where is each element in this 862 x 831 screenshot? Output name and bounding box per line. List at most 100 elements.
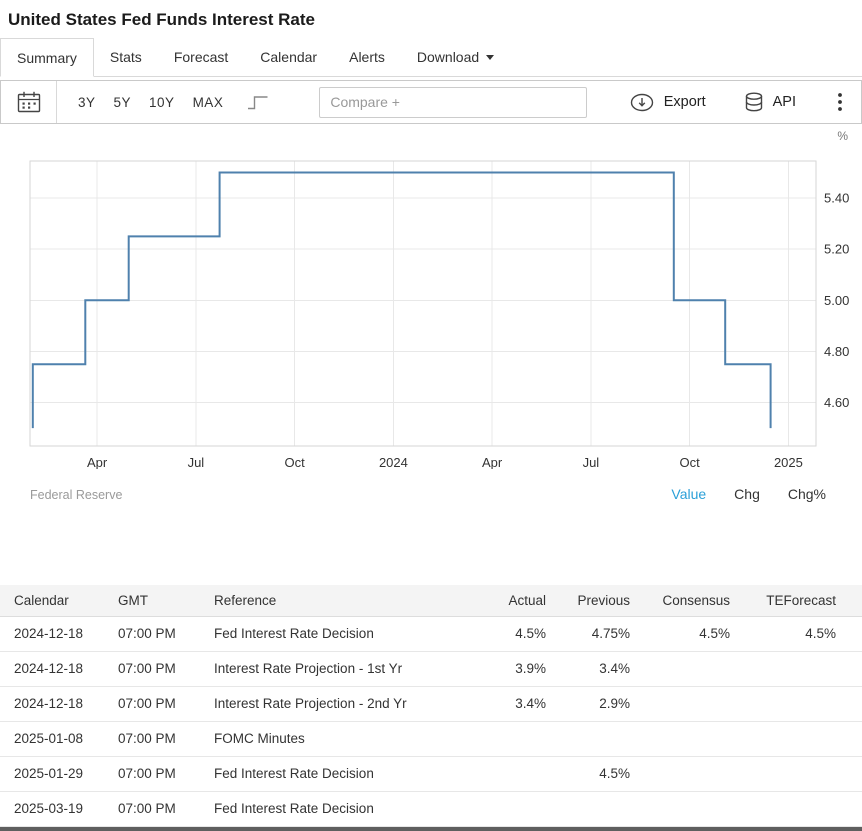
y-tick-label: 5.20 (824, 242, 849, 257)
calendar-icon (17, 91, 40, 113)
fed-funds-rate-chart[interactable]: Apr Jul Oct 2024 Apr Jul Oct 2025 4.60 4.80 5.00 5.… (0, 124, 862, 469)
cell-consensus: 4.5% (642, 616, 742, 652)
column-header-calendar: Calendar (0, 585, 106, 617)
range-button-max[interactable]: MAX (191, 91, 226, 114)
export-label: Export (663, 94, 706, 110)
cell-gmt: 07:00 PM (106, 686, 202, 722)
tab-summary[interactable]: Summary (0, 38, 94, 77)
tab-label: Download (416, 49, 480, 65)
column-header-actual: Actual (486, 585, 558, 617)
cell-calendar: 2025-03-19 (0, 791, 106, 827)
column-header-consensus: Consensus (642, 585, 742, 617)
cell-consensus (642, 651, 742, 687)
cell-actual (486, 756, 558, 792)
cell-previous: 4.75% (558, 616, 642, 652)
cell-consensus (642, 756, 742, 792)
column-header-previous: Previous (558, 585, 642, 617)
cell-previous: 3.4% (558, 651, 642, 687)
tab-label: Summary (17, 49, 77, 66)
chart-toolbar: 3Y 5Y 10Y MAX Export API (0, 80, 862, 124)
column-header-teforecast: TEForecast (742, 585, 862, 617)
cell-calendar: 2024-12-18 (0, 686, 106, 722)
x-tick-label: 2025 (774, 455, 803, 469)
range-button-3y[interactable]: 3Y (76, 91, 98, 114)
chart-type-button[interactable] (243, 91, 273, 114)
calendar-table-row[interactable]: 2024-12-18 07:00 PM Interest Rate Projecti… (0, 686, 862, 722)
range-button-10y[interactable]: 10Y (147, 91, 177, 114)
cell-previous (558, 721, 642, 757)
cell-consensus (642, 791, 742, 827)
cell-reference: Interest Rate Projection - 1st Yr (202, 651, 486, 687)
y-tick-label: 5.00 (824, 293, 849, 308)
cell-gmt: 07:00 PM (106, 651, 202, 687)
x-tick-label: Jul (583, 455, 600, 469)
more-options-button[interactable] (834, 90, 846, 114)
calendar-table-row[interactable]: 2025-03-19 07:00 PM Fed Interest Rate Deci… (0, 791, 862, 827)
chart-mode-chgpct[interactable]: Chg% (788, 486, 826, 502)
tab-alerts[interactable]: Alerts (333, 38, 401, 76)
cell-actual (486, 721, 558, 757)
cell-calendar: 2024-12-18 (0, 651, 106, 687)
y-tick-label: 5.40 (824, 191, 849, 206)
cell-reference: Fed Interest Rate Decision (202, 616, 486, 652)
cell-gmt: 07:00 PM (106, 721, 202, 757)
cell-actual: 3.4% (486, 686, 558, 722)
tab-bar: Summary Stats Forecast Calendar Alerts Downlo… (0, 38, 862, 77)
tab-stats[interactable]: Stats (93, 38, 158, 76)
x-tick-label: Apr (87, 455, 108, 469)
compare-input[interactable] (319, 86, 588, 118)
tab-calendar[interactable]: Calendar (244, 38, 334, 76)
y-tick-label: 4.60 (824, 395, 849, 410)
chart-mode-value[interactable]: Value (671, 486, 706, 502)
calendar-section: Calendar GMT Reference Actual Previous Consen… (0, 585, 862, 827)
calendar-table-header-row: Calendar GMT Reference Actual Previous Consen… (0, 585, 862, 617)
calendar-table-row[interactable]: 2025-01-08 07:00 PM FOMC Minutes (0, 721, 862, 757)
cell-teforecast (742, 756, 862, 792)
x-tick-label: Jul (188, 455, 205, 469)
tab-label: Calendar (260, 49, 318, 65)
range-buttons-group: 3Y 5Y 10Y MAX (76, 91, 225, 114)
cell-calendar: 2024-12-18 (0, 616, 106, 652)
column-header-gmt: GMT (106, 585, 202, 617)
y-axis-unit-label: % (837, 129, 848, 143)
cell-gmt: 07:00 PM (106, 756, 202, 792)
range-button-5y[interactable]: 5Y (112, 91, 134, 114)
y-tick-label: 4.80 (824, 344, 849, 359)
calendar-table-row[interactable]: 2024-12-18 07:00 PM Interest Rate Projecti… (0, 651, 862, 687)
cell-teforecast: 4.5% (742, 616, 862, 652)
cell-reference: FOMC Minutes (202, 721, 486, 757)
cell-teforecast (742, 791, 862, 827)
tab-label: Alerts (349, 49, 385, 65)
step-line-icon (248, 95, 268, 109)
tab-download[interactable]: Download (400, 38, 511, 76)
cell-actual: 4.5% (486, 616, 558, 652)
cell-reference: Fed Interest Rate Decision (202, 791, 486, 827)
cell-actual (486, 791, 558, 827)
cell-reference: Interest Rate Projection - 2nd Yr (202, 686, 486, 722)
export-button[interactable]: Export (629, 93, 706, 112)
cell-calendar: 2025-01-08 (0, 721, 106, 757)
chevron-down-icon (486, 54, 495, 60)
api-database-icon (745, 92, 762, 112)
chart-mode-switcher: Value Chg Chg% (671, 486, 826, 502)
api-button[interactable]: API (744, 92, 796, 112)
tab-label: Forecast (173, 49, 229, 65)
cell-previous: 2.9% (558, 686, 642, 722)
cell-reference: Fed Interest Rate Decision (202, 756, 486, 792)
cell-previous: 4.5% (558, 756, 642, 792)
cell-consensus (642, 721, 742, 757)
date-range-calendar-button[interactable] (1, 81, 57, 123)
toolbar-right-group: Export API (629, 90, 861, 114)
kebab-menu-icon (838, 93, 842, 111)
x-tick-label: Oct (284, 455, 305, 469)
tab-forecast[interactable]: Forecast (157, 38, 245, 76)
api-label: API (772, 94, 796, 110)
cell-consensus (642, 686, 742, 722)
page-title: United States Fed Funds Interest Rate (8, 10, 315, 29)
chart-mode-chg[interactable]: Chg (734, 486, 760, 502)
calendar-table-row[interactable]: 2025-01-29 07:00 PM Fed Interest Rate Deci… (0, 756, 862, 792)
x-tick-label: 2024 (379, 455, 408, 469)
calendar-table-row[interactable]: 2024-12-18 07:00 PM Fed Interest Rate Deci… (0, 616, 862, 652)
plot-border (29, 160, 817, 447)
calendar-table: Calendar GMT Reference Actual Previous Consen… (0, 585, 862, 827)
